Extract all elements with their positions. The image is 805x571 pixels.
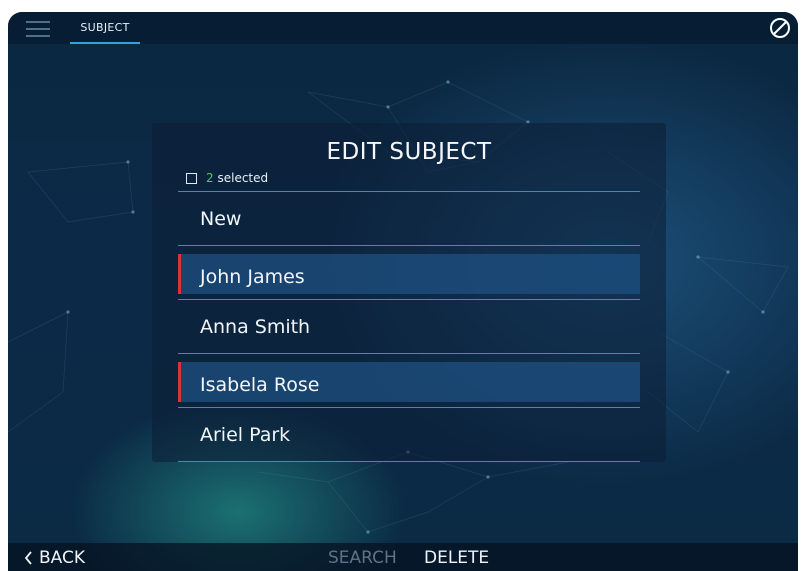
list-item-label: Anna Smith [200,316,311,338]
list-item-isabela-rose[interactable]: Isabela Rose [178,353,640,407]
edit-subject-panel: EDIT SUBJECT 2 selected New John James A… [152,123,666,462]
select-all-checkbox[interactable] [186,172,197,184]
list-item-new[interactable]: New [178,191,640,245]
bottom-bar: BACK SEARCH DELETE [8,543,798,571]
list-divider [178,461,640,462]
chevron-left-icon [24,551,32,565]
list-item-label: John James [200,266,305,288]
list-item-label: New [200,208,242,230]
list-item-label: Isabela Rose [200,374,320,396]
panel-title: EDIT SUBJECT [326,139,492,165]
selected-count-number: 2 [206,171,214,185]
list-item-ariel-park[interactable]: Ariel Park [178,407,640,461]
back-button[interactable]: BACK [24,548,85,568]
list-item-label: Ariel Park [200,424,291,446]
delete-button[interactable]: DELETE [424,548,489,568]
subject-list: New John James Anna Smith Isabela Rose A… [178,191,640,462]
selected-count: 2 selected [206,171,268,185]
search-button[interactable]: SEARCH [328,548,397,568]
list-item-john-james[interactable]: John James [178,245,640,299]
select-all-toggle[interactable]: 2 selected [186,171,268,185]
app-screen: SUBJECT EDIT SUBJECT 2 selected New John… [8,12,798,571]
list-item-anna-smith[interactable]: Anna Smith [178,299,640,353]
selected-count-suffix: selected [217,171,269,185]
menu-icon[interactable] [26,19,54,37]
back-label: BACK [39,548,86,568]
cancel-icon[interactable] [768,16,792,40]
top-bar: SUBJECT [8,12,798,44]
tab-subject[interactable]: SUBJECT [70,12,140,44]
